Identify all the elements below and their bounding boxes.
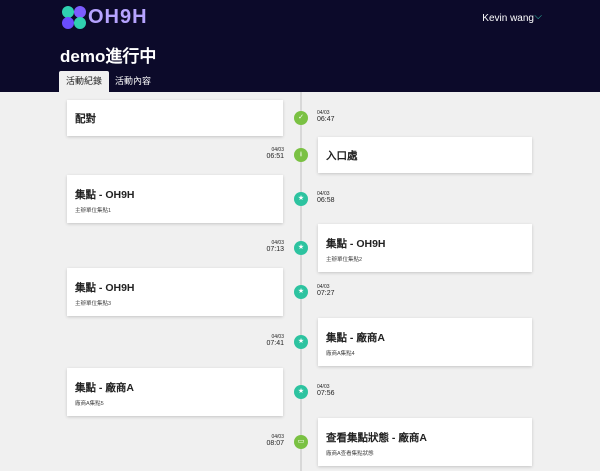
tab-activity-log[interactable]: 活動紀錄 <box>59 71 110 92</box>
timeline-card-subtitle: 主辦單位集點2 <box>326 257 363 263</box>
timestamp: 04/03 06:47 <box>317 110 335 124</box>
timeline-card-subtitle: 廠商A集點5 <box>75 401 104 407</box>
timestamp: 04/03 07:27 <box>317 284 335 298</box>
timestamp: 04/03 08:07 <box>254 434 284 448</box>
timestamp-time: 07:56 <box>317 390 335 397</box>
timeline-card[interactable]: 集點 - OH9H 主辦單位集點3 <box>67 268 283 316</box>
user-menu[interactable]: Kevin wang <box>482 13 534 24</box>
timestamp-time: 07:27 <box>317 290 335 297</box>
timeline-card-title: 查看集點狀態 - 廠商A <box>326 432 427 444</box>
timeline-card[interactable]: 集點 - OH9H 主辦單位集點2 <box>318 224 532 272</box>
timestamp-time: 06:58 <box>317 197 335 204</box>
timestamp: 04/03 07:13 <box>254 240 284 254</box>
tab-activity-content[interactable]: 活動內容 <box>108 71 158 92</box>
app-header: OH9H Kevin wang ⌵ demo進行中 活動紀錄 活動內容 <box>0 0 600 92</box>
chevron-down-icon[interactable]: ⌵ <box>534 11 542 22</box>
timeline-card[interactable]: 配對 <box>67 100 283 136</box>
star-icon: ★ <box>294 285 308 299</box>
timeline-card-title: 集點 - OH9H <box>326 238 386 250</box>
timeline-card-title: 集點 - 廠商A <box>75 382 134 394</box>
star-icon: ★ <box>294 241 308 255</box>
timeline-card[interactable]: 集點 - OH9H 主辦單位集點1 <box>67 175 283 223</box>
brand-name: OH9H <box>88 6 148 28</box>
timeline-card-subtitle: 主辦單位集點3 <box>75 301 112 307</box>
timeline-card[interactable]: 集點 - 廠商A 廠商A集點4 <box>318 318 532 366</box>
monitor-icon: ▭ <box>294 435 308 449</box>
timestamp-time: 07:41 <box>266 340 284 347</box>
timeline-card[interactable]: 查看集點狀態 - 廠商A 廠商A查看集點狀態 <box>318 418 532 466</box>
timeline-card-title: 集點 - OH9H <box>75 189 135 201</box>
timeline-card-subtitle: 廠商A查看集點狀態 <box>326 451 374 457</box>
timeline-card-subtitle: 廠商A集點4 <box>326 351 355 357</box>
timeline-card[interactable]: 入口處 <box>318 137 532 173</box>
timestamp: 04/03 06:58 <box>317 191 335 205</box>
star-icon: ★ <box>294 335 308 349</box>
timestamp-time: 06:47 <box>317 116 335 123</box>
download-icon: ⭳ <box>294 148 308 162</box>
timeline-card-title: 集點 - 廠商A <box>326 332 385 344</box>
timestamp-time: 07:13 <box>266 246 284 253</box>
star-icon: ★ <box>294 385 308 399</box>
timeline-card-title: 集點 - OH9H <box>75 282 135 294</box>
timeline-card-title: 入口處 <box>326 150 358 162</box>
timestamp-time: 08:07 <box>266 440 284 447</box>
timestamp: 04/03 07:56 <box>317 384 335 398</box>
timeline-card-title: 配對 <box>75 113 96 125</box>
timestamp-time: 06:51 <box>266 153 284 160</box>
timeline-card[interactable]: 集點 - 廠商A 廠商A集點5 <box>67 368 283 416</box>
timestamp: 04/03 07:41 <box>254 334 284 348</box>
check-icon: ✓ <box>294 111 308 125</box>
timestamp: 04/03 06:51 <box>254 147 284 161</box>
activity-timeline: 配對 ✓ 04/03 06:47 入口處 ⭳ 04/03 06:51 集點 - OH9H 主辦單位… <box>0 92 600 471</box>
page-title: demo進行中 <box>60 47 157 66</box>
timeline-card-subtitle: 主辦單位集點1 <box>75 208 112 214</box>
star-icon: ★ <box>294 192 308 206</box>
